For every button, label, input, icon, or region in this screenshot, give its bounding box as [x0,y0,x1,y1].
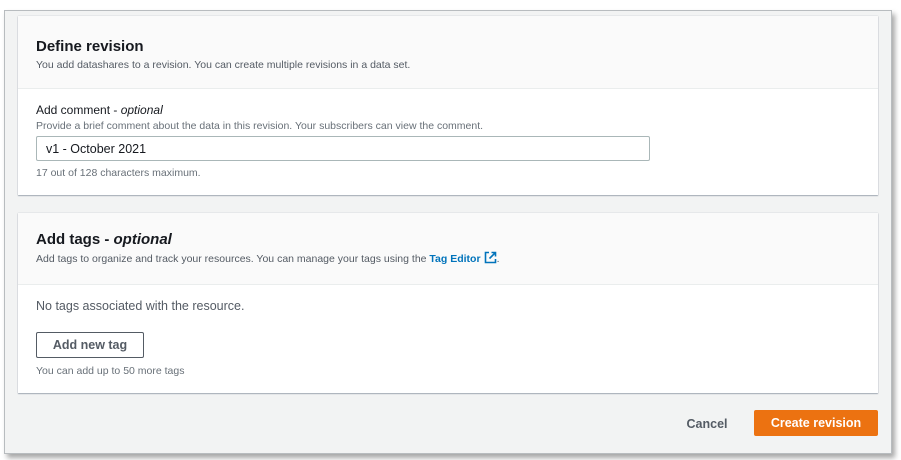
comment-label: Add comment - optional [36,103,163,117]
comment-constraint: 17 out of 128 characters maximum. [36,167,201,179]
tag-editor-link-text: Tag Editor [429,253,481,265]
no-tags-message: No tags associated with the resource. [36,299,245,313]
external-link-icon [484,251,497,269]
add-tags-title-text: Add tags - [36,231,114,248]
add-tags-panel: Add tags - optional Add tags to organize… [18,213,878,393]
add-new-tag-button[interactable]: Add new tag [36,332,144,358]
add-tags-optional: optional [113,231,172,248]
comment-optional: optional [120,103,163,117]
wizard-frame: Define revision You add datashares to a … [4,10,892,454]
comment-label-text: Add comment - [36,103,121,117]
comment-input[interactable] [36,136,650,161]
cancel-button[interactable]: Cancel [677,411,737,437]
tag-editor-link[interactable]: Tag Editor [429,251,496,265]
define-revision-title: Define revision [36,38,144,55]
add-tags-header: Add tags - optional Add tags to organize… [18,213,878,285]
add-tags-desc-prefix: Add tags to organize and track your reso… [36,253,430,265]
add-tags-description: Add tags to organize and track your reso… [36,251,860,269]
define-revision-header: Define revision You add datashares to a … [18,16,878,89]
tag-limit-text: You can add up to 50 more tags [36,365,185,377]
add-tags-title: Add tags - optional [36,230,860,249]
create-revision-button[interactable]: Create revision [754,410,878,436]
define-revision-panel: Define revision You add datashares to a … [18,16,878,195]
define-revision-description: You add datashares to a revision. You ca… [36,59,411,71]
comment-help: Provide a brief comment about the data i… [36,120,484,132]
add-tags-desc-suffix: . [496,253,500,265]
